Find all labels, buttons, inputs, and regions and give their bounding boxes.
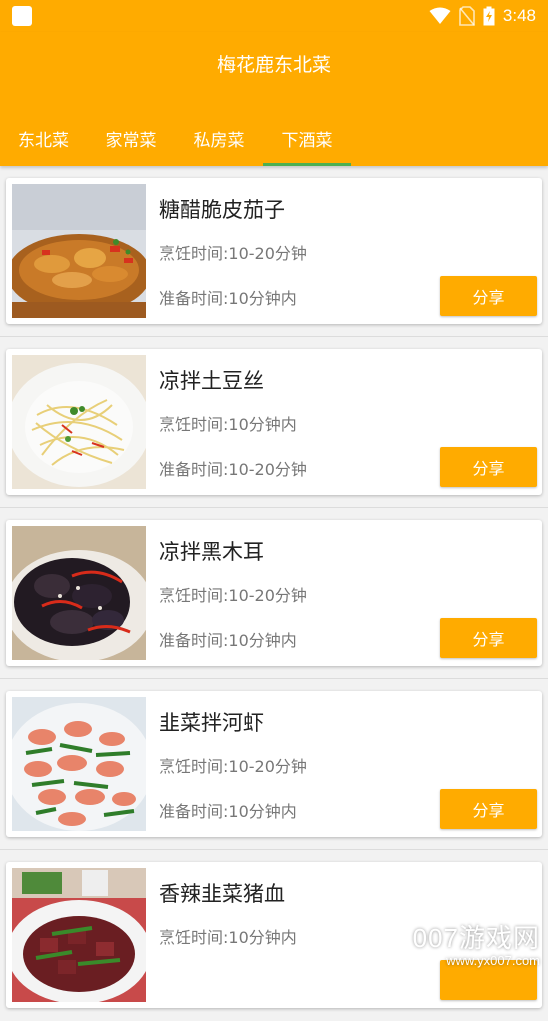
dish-name: 韭菜拌河虾 [159, 711, 264, 735]
cook-time: 烹饪时间:10-20分钟 [159, 757, 307, 776]
recipe-image [12, 868, 146, 1002]
share-button[interactable]: 分享 [440, 276, 537, 316]
no-sim-icon [459, 6, 475, 26]
status-time: 3:48 [502, 6, 536, 25]
share-button[interactable]: 分享 [440, 447, 537, 487]
status-bar: 3:48 [0, 0, 548, 32]
cook-time: 烹饪时间:10分钟内 [159, 928, 297, 947]
tab-sifang[interactable]: 私房菜 [175, 110, 263, 166]
app-notification-icon [12, 6, 32, 26]
list-item[interactable]: 韭菜拌河虾 烹饪时间:10-20分钟 准备时间:10分钟内 分享 [0, 679, 548, 850]
watermark-url: www.yx007.com [446, 953, 540, 968]
prep-time: 准备时间:10分钟内 [159, 631, 297, 650]
site-watermark: 007游戏网 www.yx007.com [413, 918, 540, 968]
tab-label: 下酒菜 [281, 130, 333, 151]
tab-dongbei[interactable]: 东北菜 [0, 110, 87, 166]
app-title: 梅花鹿东北菜 [216, 54, 331, 76]
status-icons: 3:48 [429, 4, 536, 28]
recipe-card[interactable]: 糖醋脆皮茄子 烹饪时间:10-20分钟 准备时间:10分钟内 分享 [6, 178, 542, 324]
dish-name: 凉拌黑木耳 [159, 540, 264, 564]
list-item[interactable]: 凉拌黑木耳 烹饪时间:10-20分钟 准备时间:10分钟内 分享 [0, 508, 548, 679]
recipe-image [12, 697, 146, 831]
prep-time: 准备时间:10-20分钟 [159, 460, 307, 479]
cook-time: 烹饪时间:10分钟内 [159, 415, 297, 434]
dish-name: 香辣韭菜猪血 [159, 882, 285, 906]
share-button[interactable]: 分享 [440, 789, 537, 829]
tab-label: 家常菜 [105, 130, 157, 151]
share-button[interactable]: 分享 [440, 618, 537, 658]
recipe-image [12, 184, 146, 318]
recipe-card[interactable]: 韭菜拌河虾 烹饪时间:10-20分钟 准备时间:10分钟内 分享 [6, 691, 542, 837]
prep-time: 准备时间:10分钟内 [159, 289, 297, 308]
recipe-card[interactable]: 凉拌黑木耳 烹饪时间:10-20分钟 准备时间:10分钟内 分享 [6, 520, 542, 666]
dish-name: 凉拌土豆丝 [159, 369, 264, 393]
list-item[interactable]: 凉拌土豆丝 烹饪时间:10分钟内 准备时间:10-20分钟 分享 [0, 337, 548, 508]
recipe-image [12, 526, 146, 660]
app-bar: 梅花鹿东北菜 东北菜 家常菜 私房菜 下酒菜 [0, 32, 548, 166]
watermark-title: 007游戏网 [412, 923, 540, 953]
tab-xiajiu[interactable]: 下酒菜 [263, 110, 351, 166]
battery-charging-icon [483, 6, 495, 26]
tab-label: 私房菜 [193, 130, 245, 151]
recipe-image [12, 355, 146, 489]
list-item[interactable]: 糖醋脆皮茄子 烹饪时间:10-20分钟 准备时间:10分钟内 分享 [0, 166, 548, 337]
cook-time: 烹饪时间:10-20分钟 [159, 586, 307, 605]
wifi-icon [429, 7, 451, 24]
recipe-card[interactable]: 凉拌土豆丝 烹饪时间:10分钟内 准备时间:10-20分钟 分享 [6, 349, 542, 495]
dish-name: 糖醋脆皮茄子 [159, 198, 285, 222]
tab-jiachang[interactable]: 家常菜 [87, 110, 175, 166]
prep-time: 准备时间:10分钟内 [159, 802, 297, 821]
tab-label: 东北菜 [18, 130, 69, 151]
cook-time: 烹饪时间:10-20分钟 [159, 244, 307, 263]
category-tabs: 东北菜 家常菜 私房菜 下酒菜 [0, 110, 548, 166]
